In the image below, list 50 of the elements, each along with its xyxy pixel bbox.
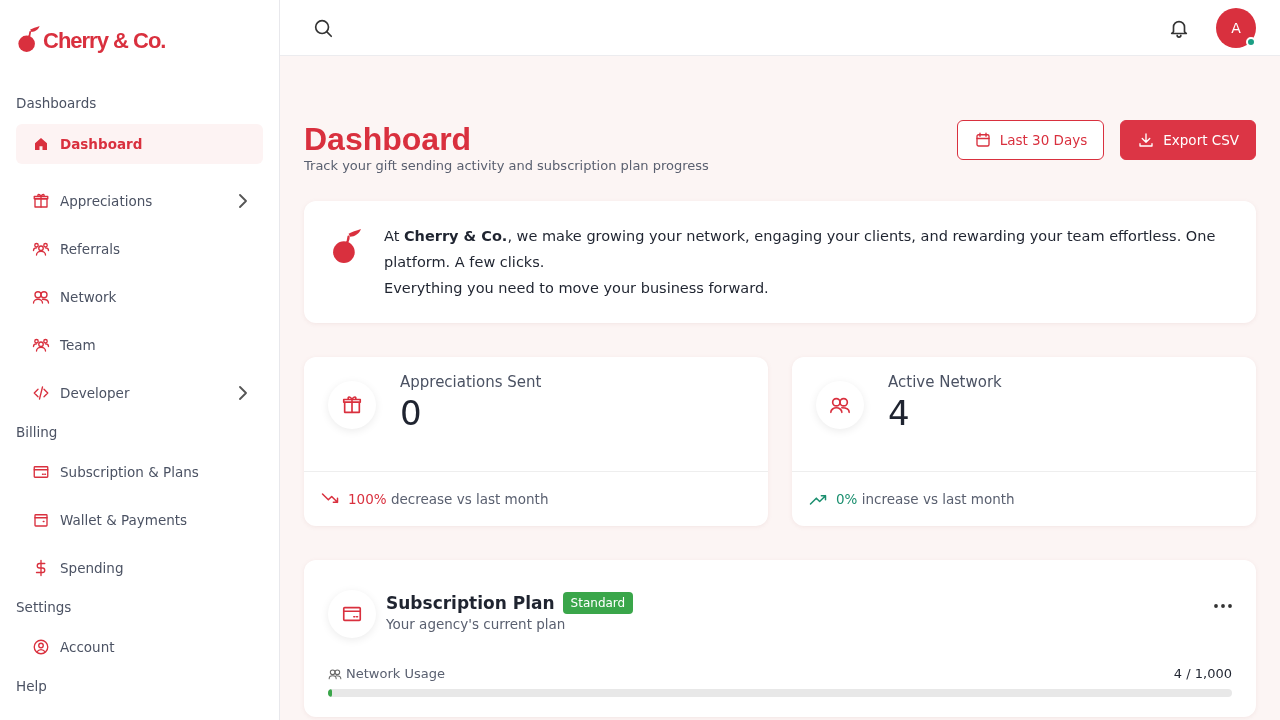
wallet-icon (32, 511, 50, 529)
download-icon (1137, 131, 1156, 149)
plan-subtitle: Your agency's current plan (386, 616, 567, 632)
sidebar-item[interactable]: Spending (16, 548, 263, 588)
page-subtitle: Track your gift sending activity and subscription plan progress (304, 158, 709, 173)
more-button[interactable] (1214, 604, 1232, 608)
stat-label: Appreciations Sent (400, 373, 542, 391)
user-circle-icon (32, 638, 50, 656)
usage-label: Network Usage (346, 666, 446, 681)
people-icon (32, 336, 50, 354)
sidebar-item[interactable]: Wallet & Payments (16, 500, 263, 540)
sidebar-item[interactable]: Referrals (16, 229, 263, 269)
sidebar-item[interactable]: Dashboard (16, 124, 263, 164)
stat-value: 4 (888, 393, 911, 433)
section-heading: Dashboards (16, 94, 98, 113)
plan-badge: Standard (562, 592, 634, 614)
code-icon (32, 384, 50, 402)
brand-logo: Cherry & Co. (43, 28, 166, 54)
section-heading: Billing (16, 423, 59, 442)
section-heading: Settings (16, 598, 73, 617)
change-text: 100% decrease vs last month (348, 491, 549, 507)
export-button[interactable]: Export CSV (1120, 120, 1256, 160)
cherry-icon (330, 227, 364, 265)
usage-reading: 4 / 1,000 (1173, 666, 1232, 681)
sidebar-item[interactable]: Appreciations (16, 181, 263, 221)
more-icon (1214, 604, 1232, 608)
sidebar-item[interactable]: Network (16, 277, 263, 317)
sidebar-item[interactable]: Subscription & Plans (16, 452, 263, 492)
sidebar-item[interactable]: Developer (16, 373, 263, 413)
gift-icon (32, 192, 50, 210)
plan-title: Subscription Plan (386, 593, 555, 613)
intro-paragraph: Everything you need to move your business forward. (384, 279, 770, 298)
intro-paragraph: At Cherry & Co., we make growing your network, engaging your clients, and rewarding your team effortless. One platform. A few clicks. (384, 227, 1217, 272)
change-text: 0% increase vs last month (836, 491, 1015, 507)
sidebar-item[interactable]: Account (16, 627, 263, 667)
stat-value: 0 (400, 393, 423, 433)
card-icon (32, 463, 50, 481)
people-icon (32, 288, 50, 306)
sidebar-item[interactable]: Team (16, 325, 263, 365)
gift-icon (341, 394, 363, 416)
cherry-icon (16, 24, 42, 54)
section-heading: Help (16, 677, 48, 696)
page-title: Dashboard (304, 120, 473, 158)
user-avatar[interactable]: A (1216, 7, 1256, 48)
stat-label: Active Network (888, 373, 1002, 391)
calendar-icon (973, 131, 992, 149)
people-icon (32, 240, 50, 258)
people-icon (328, 666, 342, 681)
date-range-button[interactable]: Last 30 Days (956, 120, 1105, 160)
house-icon (32, 135, 50, 153)
